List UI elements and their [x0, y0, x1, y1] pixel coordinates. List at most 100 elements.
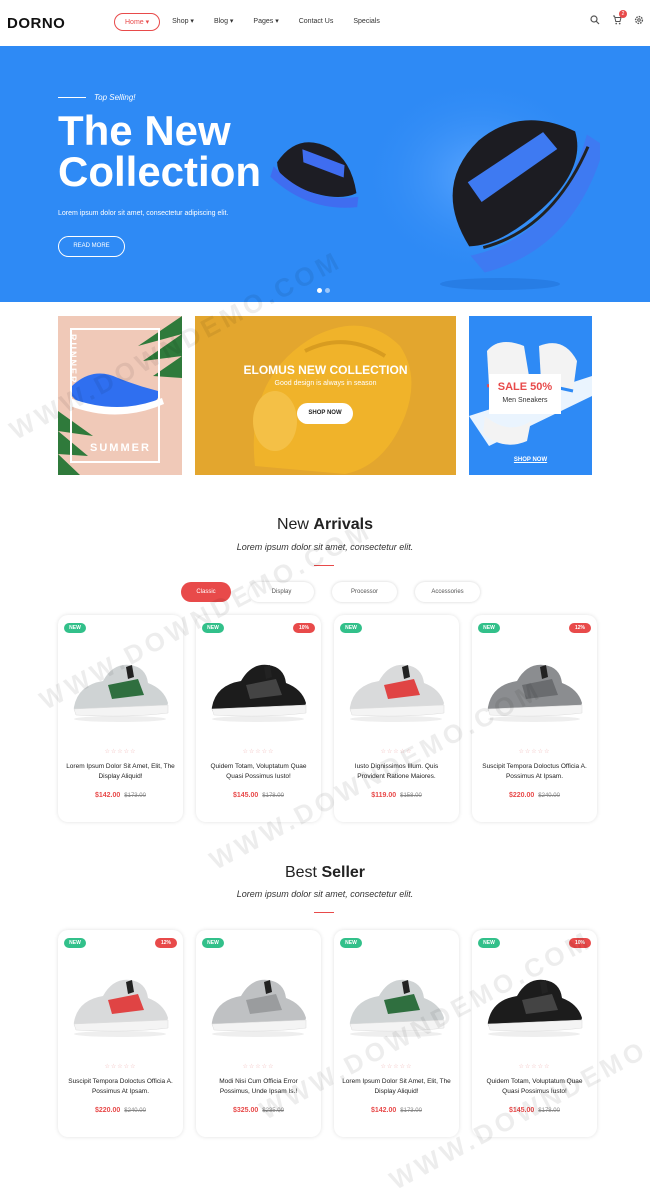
product-price: $220.00 $240.00 [58, 1107, 183, 1114]
shop-now-button[interactable]: SHOP NOW [297, 403, 353, 424]
nav-shop[interactable]: Shop ▾ [172, 13, 194, 31]
sale-sublabel: Men Sneakers [502, 397, 548, 404]
old-price: $178.00 [538, 1108, 560, 1114]
tab-classic[interactable]: Classic [181, 582, 231, 602]
discount-badge: 10% [569, 938, 591, 948]
sale-box: SALE 50% Men Sneakers [489, 374, 561, 414]
logo[interactable]: DORNO [7, 15, 65, 32]
product-price: $119.00 $158.00 [334, 792, 459, 799]
runner-text: RUNNER [68, 334, 78, 385]
slider-dot-1[interactable] [317, 288, 322, 293]
tab-display[interactable]: Display [249, 582, 314, 602]
product-price: $145.00 $178.00 [472, 1107, 597, 1114]
new-badge: NEW [202, 623, 224, 633]
product-image[interactable] [344, 970, 449, 1040]
product-image[interactable] [68, 970, 173, 1040]
best-seller-grid: NEW 12% ☆☆☆☆☆ Suscipit Tempora Doloctus Off… [58, 930, 597, 1137]
product-name[interactable]: Suscipit Tempora Doloctus Officia A. Pos… [480, 762, 589, 782]
slider-dot-2[interactable] [325, 288, 330, 293]
old-price: $240.00 [124, 1108, 146, 1114]
product-card[interactable]: NEW ☆☆☆☆☆ Lorem Ipsum Dolor Sit Amet, Elit… [58, 615, 183, 822]
product-name[interactable]: Quidem Totam, Voluptatum Quae Quasi Poss… [204, 762, 313, 782]
product-name[interactable]: Iusto Dignissimos Illum. Quis Provident … [342, 762, 451, 782]
product-image[interactable] [206, 655, 311, 725]
banner-new-collection[interactable]: ELOMUS NEW COLLECTION Good design is alw… [195, 316, 456, 475]
main-nav: Home ▾ Shop ▾ Blog ▾ Pages ▾ Contact Us … [114, 13, 400, 31]
discount-badge: 10% [293, 623, 315, 633]
rating-stars: ☆☆☆☆☆ [380, 749, 413, 755]
tab-accessories[interactable]: Accessories [415, 582, 480, 602]
title-bold: Arrivals [313, 516, 374, 533]
new-arrivals-subtitle: Lorem ipsum dolor sit amet, consectetur … [236, 542, 414, 552]
summer-text: SUMMER [90, 442, 151, 454]
new-badge: NEW [64, 938, 86, 948]
section-divider [314, 912, 334, 913]
product-card[interactable]: NEW 12% ☆☆☆☆☆ Suscipit Tempora Doloctus Off… [472, 615, 597, 822]
tab-processor[interactable]: Processor [332, 582, 397, 602]
old-price: $173.00 [400, 1108, 422, 1114]
nav-pages[interactable]: Pages ▾ [253, 13, 278, 31]
sale-shop-now-link[interactable]: SHOP NOW [469, 457, 592, 463]
new-badge: NEW [340, 623, 362, 633]
banner-sale[interactable]: SALE 50% Men Sneakers SHOP NOW [469, 316, 592, 475]
current-price: $220.00 [508, 792, 535, 799]
rating-stars: ☆☆☆☆☆ [518, 749, 551, 755]
slider-dots [317, 288, 330, 293]
title-bold: Seller [321, 864, 366, 881]
site-header: DORNO Home ▾ Shop ▾ Blog ▾ Pages ▾ Conta… [0, 0, 650, 46]
product-price: $142.00 $173.00 [58, 792, 183, 799]
product-image[interactable] [344, 655, 449, 725]
product-card[interactable]: NEW ☆☆☆☆☆ Modi Nisi Cum Officia Error Poss… [196, 930, 321, 1137]
product-price: $142.00 $173.00 [334, 1107, 459, 1114]
new-badge: NEW [202, 938, 224, 948]
product-name[interactable]: Suscipit Tempora Doloctus Officia A. Pos… [66, 1077, 175, 1097]
product-name[interactable]: Modi Nisi Cum Officia Error Possimus, Un… [204, 1077, 313, 1097]
product-image[interactable] [482, 970, 587, 1040]
product-name[interactable]: Lorem Ipsum Dolor Sit Amet, Elit, The Di… [66, 762, 175, 782]
product-price: $145.00 $178.00 [196, 792, 321, 799]
product-card[interactable]: NEW 10% ☆☆☆☆☆ Quidem Totam, Voluptatum Quae… [196, 615, 321, 822]
product-image[interactable] [206, 970, 311, 1040]
cart-count-badge: 2 [619, 10, 627, 18]
banner-runner-summer[interactable]: RUNNER SUMMER [58, 316, 182, 475]
section-divider [314, 565, 334, 566]
old-price: $173.00 [124, 793, 146, 799]
new-badge: NEW [478, 623, 500, 633]
nav-contact[interactable]: Contact Us [299, 13, 334, 31]
product-image[interactable] [68, 655, 173, 725]
product-card[interactable]: NEW 12% ☆☆☆☆☆ Suscipit Tempora Doloctus Off… [58, 930, 183, 1137]
product-card[interactable]: NEW 10% ☆☆☆☆☆ Quidem Totam, Voluptatum Quae… [472, 930, 597, 1137]
title-light: Best [284, 864, 322, 881]
product-name[interactable]: Lorem Ipsum Dolor Sit Amet, Elit, The Di… [342, 1077, 451, 1097]
rating-stars: ☆☆☆☆☆ [104, 1064, 137, 1070]
nav-home[interactable]: Home ▾ [114, 13, 161, 31]
product-name[interactable]: Quidem Totam, Voluptatum Quae Quasi Poss… [480, 1077, 589, 1097]
product-price: $325.00 $235.00 [196, 1107, 321, 1114]
gear-icon[interactable] [634, 15, 644, 27]
nav-blog[interactable]: Blog ▾ [214, 13, 233, 31]
old-price: $240.00 [538, 793, 560, 799]
current-price: $119.00 [371, 792, 397, 799]
new-badge: NEW [340, 938, 362, 948]
nav-specials[interactable]: Specials [353, 13, 379, 31]
collection-subtitle: Good design is always in season [274, 380, 377, 387]
best-seller-title: Best Seller [0, 864, 650, 882]
product-card[interactable]: NEW ☆☆☆☆☆ Lorem Ipsum Dolor Sit Amet, Elit… [334, 930, 459, 1137]
read-more-button[interactable]: READ MORE [58, 236, 125, 257]
new-badge: NEW [478, 938, 500, 948]
hero-subtitle: Lorem ipsum dolor sit amet, consectetur … [58, 210, 229, 217]
rating-stars: ☆☆☆☆☆ [242, 1064, 275, 1070]
search-icon[interactable] [590, 15, 600, 27]
product-price: $220.00 $240.00 [472, 792, 597, 799]
rating-stars: ☆☆☆☆☆ [380, 1064, 413, 1070]
hero-shoes-image [270, 76, 600, 290]
discount-badge: 12% [569, 623, 591, 633]
product-image[interactable] [482, 655, 587, 725]
current-price: $142.00 [94, 792, 121, 799]
product-card[interactable]: NEW ☆☆☆☆☆ Iusto Dignissimos Illum. Quis Pr… [334, 615, 459, 822]
cart-icon[interactable]: 2 [612, 10, 627, 27]
old-price: $178.00 [262, 793, 284, 799]
old-price: $235.00 [262, 1108, 284, 1114]
current-price: $145.00 [232, 792, 259, 799]
rating-stars: ☆☆☆☆☆ [242, 749, 275, 755]
